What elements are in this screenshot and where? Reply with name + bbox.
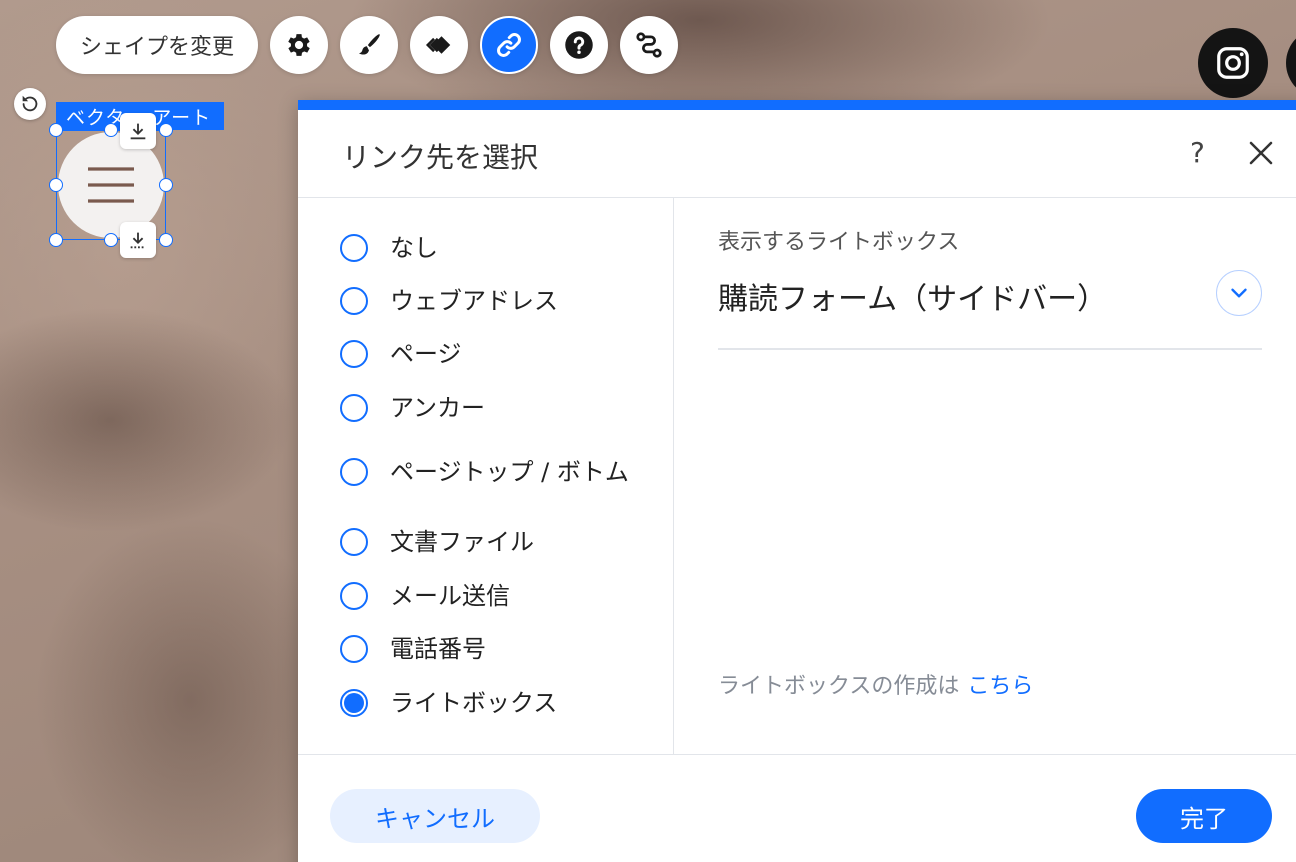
help-button[interactable] [550,16,609,74]
radio-anchor[interactable] [340,394,368,422]
radio-lightbox[interactable] [340,689,368,717]
gear-icon [288,34,310,56]
radio-phone[interactable] [340,635,368,663]
resize-handle-bottom-right[interactable] [159,233,173,247]
link-option-phone[interactable]: 電話番号 [340,635,486,663]
option-label: アンカー [390,394,486,422]
dialog-help-button[interactable]: ? [1190,136,1205,169]
dropdown-underline [718,348,1262,350]
radio-document[interactable] [340,528,368,556]
dialog-footer: キャンセル 完了 [298,754,1296,862]
animation-button[interactable] [410,16,469,74]
option-label: なし [390,234,438,262]
link-option-lightbox[interactable]: ライトボックス [340,689,557,717]
radio-none[interactable] [340,234,368,262]
brush-icon [359,34,380,55]
resize-handle-bottom-left[interactable] [49,233,63,247]
resize-handle-middle-right[interactable] [159,178,173,192]
change-shape-button[interactable]: シェイプを変更 [56,16,259,74]
dialog-close-button[interactable] [1246,138,1276,168]
resize-handle-bottom-middle[interactable] [104,233,118,247]
dialog-title: リンク先を選択 [342,141,539,174]
radio-email[interactable] [340,582,368,610]
radio-page[interactable] [340,340,368,368]
done-button[interactable]: 完了 [1136,789,1272,843]
link-option-web-address[interactable]: ウェブアドレス [340,287,558,315]
settings-button[interactable] [270,16,329,74]
cancel-button[interactable]: キャンセル [330,789,540,843]
create-lightbox-text: ライトボックスの作成は こちら [718,668,1033,700]
link-option-document[interactable]: 文書ファイル [340,528,534,556]
radio-top-bottom[interactable] [340,458,368,486]
animation-icon [425,36,451,54]
option-label: メール送信 [390,582,510,610]
download-dotted-icon [130,232,146,249]
option-label: 電話番号 [390,635,486,663]
dialog-header: リンク先を選択 ? [298,110,1296,198]
option-label: ウェブアドレス [390,287,558,315]
close-icon [1249,141,1273,165]
lightbox-settings-pane: 表示するライトボックス 購読フォーム（サイドバー） ライトボックスの作成は こちら [718,198,1262,754]
create-lightbox-prefix: ライトボックスの作成は [718,674,960,699]
instagram-social-icon[interactable] [1198,28,1268,98]
link-option-top-bottom[interactable]: ページトップ / ボトム [340,458,630,486]
path-icon [636,32,662,58]
rotate-handle[interactable] [14,88,46,120]
lightbox-dropdown-value[interactable]: 購読フォーム（サイドバー） [718,274,1107,318]
instagram-icon [1217,47,1249,79]
animate-path-button[interactable] [620,16,679,74]
design-button[interactable] [340,16,399,74]
stretch-top-button[interactable] [120,113,156,149]
link-option-email[interactable]: メール送信 [340,582,510,610]
lightbox-dropdown-caption: 表示するライトボックス [718,230,960,255]
link-option-none[interactable]: なし [340,234,438,262]
option-label: ページ [390,340,462,368]
rotate-icon [22,95,38,112]
lightbox-dropdown-toggle[interactable] [1216,270,1262,316]
link-button[interactable] [480,16,539,74]
option-label: 文書ファイル [390,528,534,556]
download-icon [130,123,146,140]
link-option-anchor[interactable]: アンカー [340,394,485,422]
link-option-page[interactable]: ページ [340,340,462,368]
link-icon [497,33,521,57]
link-picker-dialog: リンク先を選択 ? なし ウェブアドレス ページ アンカー ページトップ / ボ… [298,100,1296,862]
create-lightbox-link[interactable]: こちら [967,674,1033,699]
resize-handle-top-middle[interactable] [104,123,118,137]
resize-handle-middle-left[interactable] [49,178,63,192]
resize-handle-top-right[interactable] [159,123,173,137]
link-type-options: なし ウェブアドレス ページ アンカー ページトップ / ボトム 文書ファイル … [298,198,674,754]
stretch-bottom-button[interactable] [120,222,156,258]
resize-handle-top-left[interactable] [49,123,63,137]
chevron-down-icon [1231,288,1247,298]
element-toolbar: シェイプを変更 [56,16,679,74]
radio-web-address[interactable] [340,287,368,315]
option-label: ページトップ / ボトム [390,458,629,486]
option-label: ライトボックス [390,689,558,717]
help-icon [565,31,593,59]
